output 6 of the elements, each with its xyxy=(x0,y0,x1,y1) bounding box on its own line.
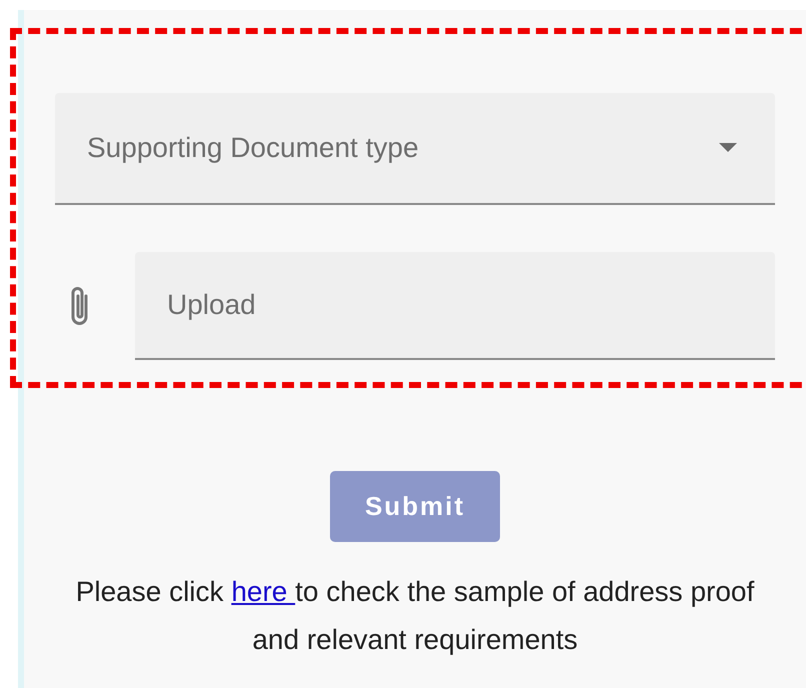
document-type-dropdown[interactable]: Supporting Document type xyxy=(55,93,775,205)
caret-icon xyxy=(719,143,737,153)
dropdown-placeholder: Supporting Document type xyxy=(87,132,419,164)
here-link[interactable]: here xyxy=(231,576,296,607)
sample-instructions-text: Please click here to check the sample of address proof and relevant requirements xyxy=(74,575,756,657)
upload-field[interactable]: Upload xyxy=(135,252,775,360)
